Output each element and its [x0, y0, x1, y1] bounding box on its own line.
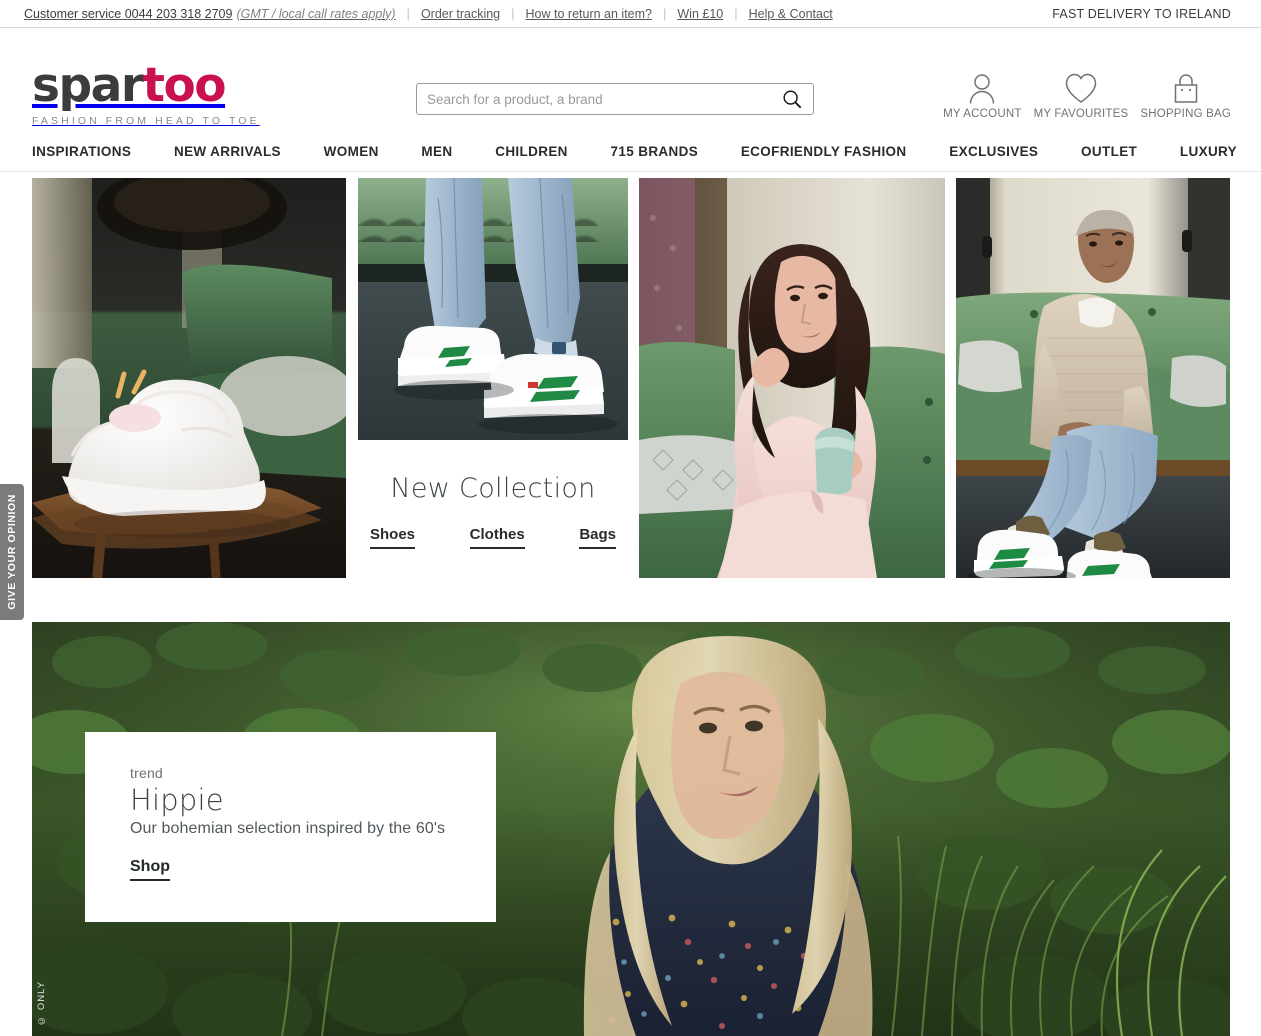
shopping-bag-label: SHOPPING BAG [1140, 108, 1231, 120]
hero-image-credit: © ONLY [36, 981, 47, 1026]
my-account-link[interactable]: MY ACCOUNT [937, 70, 1027, 120]
new-collection-clothes-link[interactable]: Clothes [469, 526, 525, 549]
delivery-notice: FAST DELIVERY TO IRELAND [1052, 6, 1231, 21]
site-logo[interactable]: spartoo FASHION FROM HEAD TO TOE [32, 61, 272, 128]
user-icon [967, 70, 997, 104]
shopping-bag-icon [1171, 70, 1201, 104]
promo-image-3 [639, 178, 945, 578]
new-collection-bags-link[interactable]: Bags [579, 526, 616, 549]
site-header: spartoo FASHION FROM HEAD TO TOE MY ACCO… [0, 28, 1261, 132]
shopping-bag-link[interactable]: SHOPPING BAG [1134, 70, 1237, 120]
nav-item-luxury[interactable]: LUXURY [1180, 144, 1237, 159]
utility-links: Customer service 0044 203 318 2709 (GMT /… [24, 6, 833, 21]
hero-title: Hippie [130, 783, 224, 817]
my-favourites-label: MY FAVOURITES [1033, 108, 1129, 120]
utility-bar: Customer service 0044 203 318 2709 (GMT /… [0, 0, 1261, 28]
nav-item-ecofriendly-fashion[interactable]: ECOFRIENDLY FASHION [741, 144, 907, 159]
order-tracking-link[interactable]: Order tracking [421, 7, 500, 21]
new-collection-links: Shoes Clothes Bags [358, 526, 628, 549]
promo-strip: New Collection Shoes Clothes Bags [0, 166, 1261, 582]
promo-panel-sneakers-jeans[interactable] [358, 178, 628, 440]
nav-item-exclusives[interactable]: EXCLUSIVES [949, 144, 1038, 159]
heart-icon [1064, 70, 1098, 104]
separator: | [511, 6, 515, 21]
hero-kicker: trend [130, 765, 163, 781]
nav-item-inspirations[interactable]: INSPIRATIONS [32, 144, 131, 159]
nav-item-new-arrivals[interactable]: NEW ARRIVALS [174, 144, 281, 159]
customer-service-label: Customer service 0044 203 318 2709 [24, 6, 233, 21]
customer-service-note: (GMT / local call rates apply) [236, 6, 396, 21]
search-input[interactable] [417, 84, 771, 114]
promo-image-1 [32, 178, 346, 578]
hero-shop-link[interactable]: Shop [130, 858, 170, 881]
nav-item-women[interactable]: WOMEN [324, 144, 379, 159]
promo-panel-sneaker-table[interactable] [32, 178, 346, 578]
separator: | [662, 6, 667, 21]
new-collection-shoes-link[interactable]: Shoes [370, 526, 416, 549]
logo-wordmark: spartoo [32, 61, 272, 111]
hero-subtitle: Our bohemian selection inspired by the 6… [130, 820, 446, 837]
search-bar[interactable] [416, 83, 814, 115]
promo-panel-man-sofa[interactable] [956, 178, 1230, 578]
give-opinion-tab[interactable]: GIVE YOUR OPINION [0, 484, 24, 620]
promo-panel-woman-loungewear[interactable] [639, 178, 945, 578]
separator: | [734, 6, 738, 21]
my-favourites-link[interactable]: MY FAVOURITES [1028, 70, 1135, 120]
hero-banner[interactable]: trend Hippie Our bohemian selection insp… [32, 622, 1230, 1036]
separator: | [406, 6, 410, 21]
logo-tagline: FASHION FROM HEAD TO TOE [32, 115, 260, 127]
help-contact-link[interactable]: Help & Contact [749, 7, 833, 21]
search-button[interactable] [771, 84, 813, 114]
customer-service-link[interactable]: Customer service 0044 203 318 2709 (GMT /… [24, 7, 396, 21]
hero-promo-card[interactable]: trend Hippie Our bohemian selection insp… [85, 732, 496, 922]
promo-image-2 [358, 178, 628, 440]
nav-item-brands[interactable]: 715 BRANDS [611, 144, 699, 159]
account-links: MY ACCOUNT MY FAVOURITES SHOPPING BAG [937, 70, 1237, 120]
new-collection-block: New Collection Shoes Clothes Bags [358, 452, 628, 578]
search-icon [783, 90, 802, 109]
win-ten-pounds-link[interactable]: Win £10 [677, 7, 723, 21]
return-item-link[interactable]: How to return an item? [526, 7, 652, 21]
nav-item-outlet[interactable]: OUTLET [1081, 144, 1137, 159]
give-opinion-label: GIVE YOUR OPINION [6, 494, 18, 610]
new-collection-title: New Collection [390, 473, 596, 504]
logo-text-accent: too [142, 58, 227, 113]
promo-image-4 [956, 178, 1230, 578]
my-account-label: MY ACCOUNT [943, 108, 1022, 120]
nav-item-men[interactable]: MEN [421, 144, 452, 159]
logo-text-dark: spar [32, 58, 144, 113]
nav-item-children[interactable]: CHILDREN [495, 144, 568, 159]
